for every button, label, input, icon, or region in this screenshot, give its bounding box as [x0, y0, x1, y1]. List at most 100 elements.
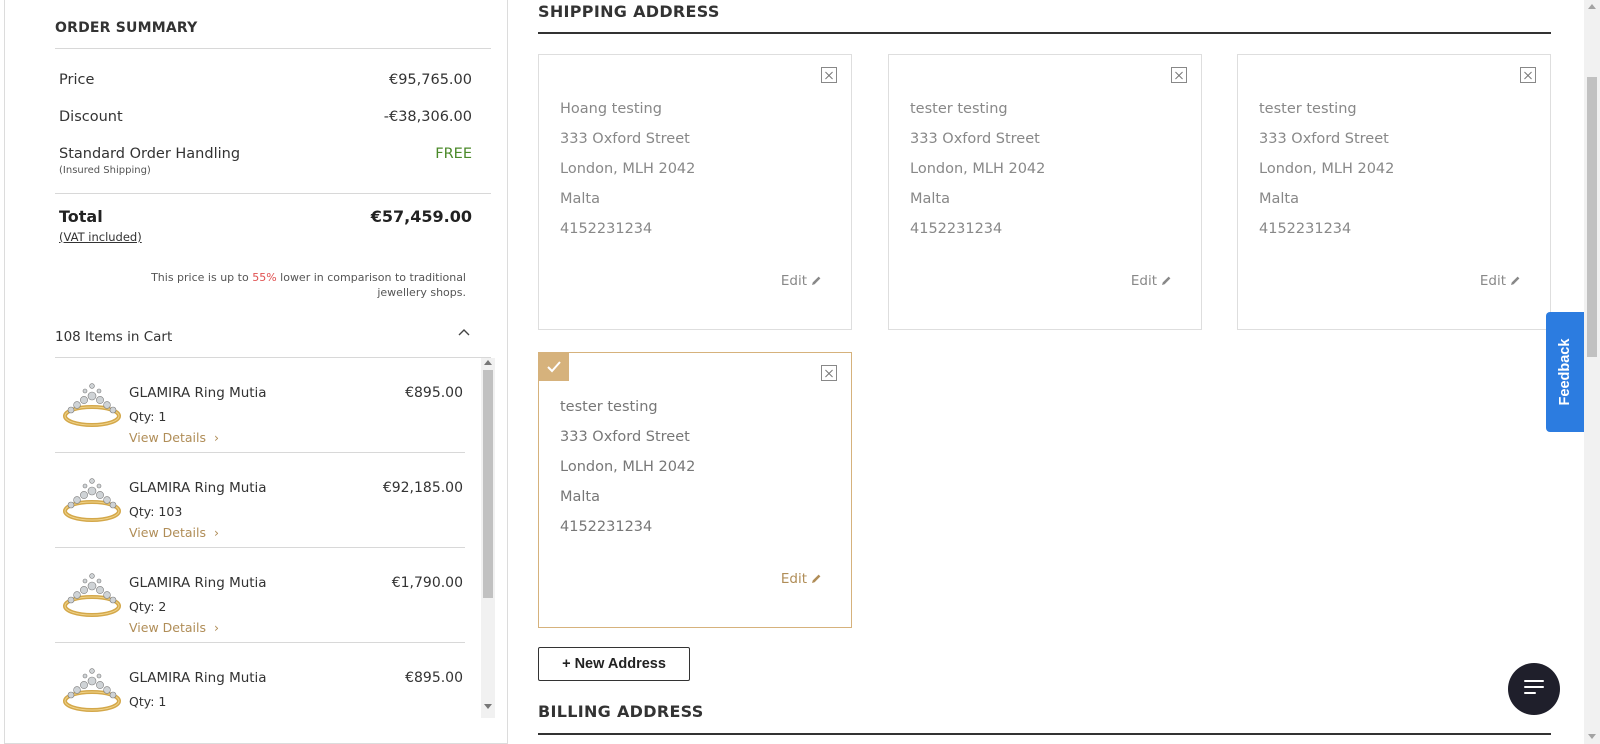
- address-phone: 4152231234: [560, 221, 653, 237]
- address-street: 333 Oxford Street: [1259, 131, 1389, 147]
- address-country: Malta: [560, 489, 600, 505]
- edit-address-button[interactable]: Edit: [1480, 273, 1521, 289]
- price-value: €95,765.00: [388, 72, 472, 88]
- divider: [55, 193, 491, 194]
- remove-address-icon[interactable]: [821, 365, 837, 381]
- cart-item-name: GLAMIRA Ring Mutia: [129, 480, 267, 496]
- chat-button[interactable]: [1508, 663, 1560, 715]
- cart-item: GLAMIRA Ring Mutia €92,185.00 Qty: 103 V…: [55, 453, 465, 548]
- page-scrollbar[interactable]: [1584, 0, 1600, 744]
- shipping-method-label: Standard Order Handling: [59, 146, 241, 162]
- shipping-cost-value: FREE: [435, 146, 472, 162]
- address-phone: 4152231234: [560, 519, 653, 535]
- cart-item-name: GLAMIRA Ring Mutia: [129, 575, 267, 591]
- comparison-percentage: 55%: [252, 271, 277, 284]
- address-country: Malta: [910, 191, 950, 207]
- cart-item-price: €895.00: [405, 385, 463, 401]
- view-details-label: View Details: [129, 620, 206, 635]
- ring-thumbnail[interactable]: [61, 562, 123, 624]
- address-name: tester testing: [910, 101, 1008, 117]
- cart-item-qty: Qty: 1: [129, 409, 167, 424]
- chat-icon-line: [1524, 692, 1536, 694]
- address-country: Malta: [560, 191, 600, 207]
- cart-item-qty: Qty: 103: [129, 504, 183, 519]
- cart-item-list[interactable]: GLAMIRA Ring Mutia €895.00 Qty: 1 View D…: [55, 358, 495, 728]
- ring-thumbnail[interactable]: [61, 657, 123, 719]
- new-address-button[interactable]: + New Address: [538, 647, 690, 681]
- cart-item-qty: Qty: 1: [129, 694, 167, 709]
- cart-items-toggle[interactable]: 108 Items in Cart: [55, 329, 172, 345]
- view-details-link[interactable]: View Details ›: [129, 620, 219, 635]
- scroll-down-arrow-icon[interactable]: [484, 704, 492, 709]
- vat-included-link[interactable]: (VAT included): [59, 230, 142, 244]
- remove-address-icon[interactable]: [1520, 67, 1536, 83]
- pencil-icon: [1162, 276, 1171, 285]
- billing-address-title: BILLING ADDRESS: [538, 702, 704, 721]
- comparison-prefix: This price is up to: [151, 271, 253, 284]
- scroll-up-arrow-icon[interactable]: [484, 360, 492, 365]
- price-comparison-note: This price is up to 55% lower in compari…: [136, 270, 466, 300]
- chevron-right-icon: ›: [213, 525, 219, 540]
- address-name: Hoang testing: [560, 101, 662, 117]
- selected-check-badge: [539, 353, 569, 381]
- remove-address-icon[interactable]: [821, 67, 837, 83]
- cart-item: GLAMIRA Ring Mutia €895.00 Qty: 1 View D…: [55, 358, 465, 453]
- view-details-link[interactable]: View Details ›: [129, 525, 219, 540]
- ring-thumbnail[interactable]: [61, 467, 123, 529]
- section-divider: [538, 32, 1551, 34]
- scroll-up-arrow-icon[interactable]: [1588, 4, 1596, 9]
- price-label: Price: [59, 72, 95, 88]
- cart-scrollbar[interactable]: [481, 358, 495, 718]
- view-details-label: View Details: [129, 430, 206, 445]
- pencil-icon: [812, 574, 821, 583]
- cart-item-price: €92,185.00: [382, 480, 463, 496]
- cart-item-name: GLAMIRA Ring Mutia: [129, 670, 267, 686]
- address-card[interactable]: tester testing 333 Oxford Street London,…: [1237, 54, 1551, 330]
- edit-address-button[interactable]: Edit: [781, 273, 822, 289]
- cart-item-qty: Qty: 2: [129, 599, 167, 614]
- cart-item: GLAMIRA Ring Mutia €895.00 Qty: 1: [55, 643, 465, 728]
- cart-item: GLAMIRA Ring Mutia €1,790.00 Qty: 2 View…: [55, 548, 465, 643]
- address-street: 333 Oxford Street: [560, 429, 690, 445]
- pencil-icon: [1511, 276, 1520, 285]
- ring-thumbnail[interactable]: [61, 372, 123, 434]
- address-country: Malta: [1259, 191, 1299, 207]
- discount-label: Discount: [59, 109, 123, 125]
- chevron-up-icon[interactable]: [456, 325, 472, 341]
- address-city: London, MLH 2042: [560, 459, 696, 475]
- view-details-link[interactable]: View Details ›: [129, 430, 219, 445]
- feedback-tab[interactable]: Feedback: [1546, 312, 1584, 432]
- shipping-method-note: (Insured Shipping): [59, 165, 151, 176]
- order-summary-panel: ORDER SUMMARY Price €95,765.00 Discount …: [4, 0, 508, 744]
- cart-item-price: €1,790.00: [391, 575, 463, 591]
- address-city: London, MLH 2042: [910, 161, 1046, 177]
- edit-address-button[interactable]: Edit: [781, 571, 822, 587]
- feedback-label: Feedback: [1557, 338, 1573, 406]
- chevron-right-icon: ›: [213, 620, 219, 635]
- address-card-selected[interactable]: tester testing 333 Oxford Street London,…: [538, 352, 852, 628]
- edit-label: Edit: [780, 571, 807, 587]
- address-phone: 4152231234: [1259, 221, 1352, 237]
- checkmark-icon: [547, 361, 561, 373]
- address-card[interactable]: Hoang testing 333 Oxford Street London, …: [538, 54, 852, 330]
- chat-icon: [1524, 680, 1544, 682]
- scroll-down-arrow-icon[interactable]: [1588, 734, 1596, 739]
- address-phone: 4152231234: [910, 221, 1003, 237]
- scroll-thumb[interactable]: [483, 370, 493, 598]
- divider: [55, 48, 491, 49]
- address-name: tester testing: [560, 399, 658, 415]
- comparison-suffix: lower in comparison to traditional jewel…: [276, 271, 466, 299]
- page-scroll-thumb[interactable]: [1587, 77, 1597, 357]
- chevron-right-icon: ›: [213, 430, 219, 445]
- cart-item-price: €895.00: [405, 670, 463, 686]
- address-card[interactable]: tester testing 333 Oxford Street London,…: [888, 54, 1202, 330]
- edit-address-button[interactable]: Edit: [1131, 273, 1172, 289]
- shipping-address-title: SHIPPING ADDRESS: [538, 2, 720, 21]
- address-city: London, MLH 2042: [1259, 161, 1395, 177]
- remove-address-icon[interactable]: [1171, 67, 1187, 83]
- section-divider: [538, 733, 1551, 735]
- address-street: 333 Oxford Street: [910, 131, 1040, 147]
- address-street: 333 Oxford Street: [560, 131, 690, 147]
- discount-value: -€38,306.00: [383, 109, 472, 125]
- total-value: €57,459.00: [370, 207, 472, 226]
